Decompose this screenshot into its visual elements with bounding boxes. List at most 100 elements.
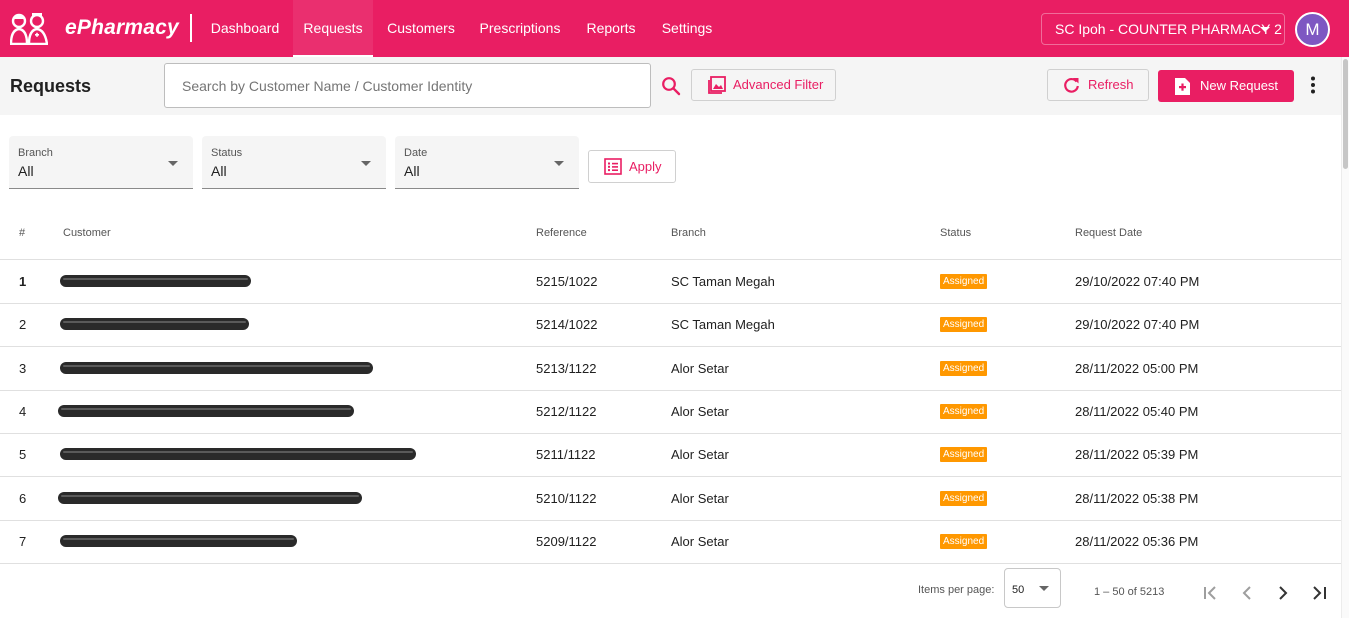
page-size-select[interactable]: 50 xyxy=(1004,568,1061,608)
row-reference: 5210/1122 xyxy=(536,491,597,506)
nav-settings[interactable]: Settings xyxy=(653,0,721,57)
status-badge: Assigned xyxy=(940,274,988,289)
row-request-date: 28/11/2022 05:38 PM xyxy=(1075,491,1199,506)
row-branch: Alor Setar xyxy=(671,447,729,462)
row-branch: SC Taman Megah xyxy=(671,274,775,289)
table-row[interactable]: 5 5211/1122 Alor Setar Assigned 28/11/20… xyxy=(0,433,1345,477)
redacted-customer xyxy=(60,318,249,330)
date-filter[interactable]: Date All xyxy=(395,136,579,189)
search-icon[interactable] xyxy=(661,76,681,96)
status-filter-label: Status xyxy=(211,147,243,159)
page-toolbar: Requests Advanced Filter Refresh New Req… xyxy=(0,57,1341,115)
branch-filter-value: All xyxy=(18,163,34,179)
row-number: 5 xyxy=(19,447,27,462)
next-page-icon[interactable] xyxy=(1273,583,1293,603)
chevron-down-icon xyxy=(1039,586,1049,591)
row-branch: Alor Setar xyxy=(671,361,729,376)
table-row[interactable]: 2 5214/1022 SC Taman Megah Assigned 29/1… xyxy=(0,303,1345,347)
status-badge: Assigned xyxy=(940,447,988,462)
row-request-date: 29/10/2022 07:40 PM xyxy=(1075,274,1200,289)
refresh-button[interactable]: Refresh xyxy=(1047,69,1149,101)
row-branch: Alor Setar xyxy=(671,491,729,506)
row-request-date: 28/11/2022 05:40 PM xyxy=(1075,404,1199,419)
nav-requests[interactable]: Requests xyxy=(293,0,373,57)
first-page-icon[interactable] xyxy=(1201,583,1221,603)
advanced-filter-label: Advanced Filter xyxy=(733,77,824,92)
row-number: 7 xyxy=(19,534,27,549)
column-header-customer[interactable]: Customer xyxy=(63,227,111,239)
row-number: 1 xyxy=(19,274,27,289)
status-badge: Assigned xyxy=(940,491,988,506)
row-branch: SC Taman Megah xyxy=(671,317,775,332)
row-request-date: 28/11/2022 05:39 PM xyxy=(1075,447,1199,462)
row-number: 4 xyxy=(19,404,27,419)
items-per-page-label: Items per page: xyxy=(918,584,995,596)
date-filter-label: Date xyxy=(404,147,428,159)
nav-dashboard[interactable]: Dashboard xyxy=(200,0,290,57)
row-number: 2 xyxy=(19,317,27,332)
status-badge: Assigned xyxy=(940,361,988,376)
prev-page-icon[interactable] xyxy=(1237,583,1257,603)
table-row[interactable]: 6 5210/1122 Alor Setar Assigned 28/11/20… xyxy=(0,477,1345,521)
row-reference: 5215/1022 xyxy=(536,274,598,289)
redacted-customer xyxy=(60,275,251,287)
page-title: Requests xyxy=(10,76,92,96)
row-branch: Alor Setar xyxy=(671,534,729,549)
app-brand: ePharmacy xyxy=(65,16,179,39)
apply-label: Apply xyxy=(629,159,662,174)
last-page-icon[interactable] xyxy=(1309,583,1329,603)
table-row[interactable]: 3 5213/1122 Alor Setar Assigned 28/11/20… xyxy=(0,347,1345,391)
nav-prescriptions[interactable]: Prescriptions xyxy=(471,0,569,57)
status-badge: Assigned xyxy=(940,317,988,332)
column-header-number[interactable]: # xyxy=(19,227,25,239)
row-request-date: 29/10/2022 07:40 PM xyxy=(1075,317,1200,332)
row-number: 6 xyxy=(19,491,27,506)
search-input[interactable] xyxy=(182,64,642,107)
row-reference: 5212/1122 xyxy=(536,404,597,419)
column-header-reference[interactable]: Reference xyxy=(536,227,587,239)
scrollbar-thumb[interactable] xyxy=(1343,59,1348,169)
user-avatar[interactable]: M xyxy=(1295,12,1330,47)
row-request-date: 28/11/2022 05:36 PM xyxy=(1075,534,1199,549)
date-filter-value: All xyxy=(404,163,420,179)
more-vert-icon[interactable] xyxy=(1305,75,1321,95)
advanced-filter-button[interactable]: Advanced Filter xyxy=(691,69,836,101)
search-box xyxy=(164,63,651,108)
nav-reports[interactable]: Reports xyxy=(578,0,644,57)
redacted-customer xyxy=(58,492,362,504)
redacted-customer xyxy=(60,535,297,547)
branch-selector-value: SC Ipoh - COUNTER PHARMACY 2 xyxy=(1055,21,1282,37)
chevron-down-icon xyxy=(1260,27,1270,32)
redacted-customer xyxy=(58,405,354,417)
row-reference: 5211/1122 xyxy=(536,447,596,462)
refresh-icon xyxy=(1064,77,1079,93)
table-header: # Customer Reference Branch Status Reque… xyxy=(0,207,1345,260)
row-reference: 5213/1122 xyxy=(536,361,597,376)
table-row[interactable]: 4 5212/1122 Alor Setar Assigned 28/11/20… xyxy=(0,390,1345,434)
pharmacist-logo-icon xyxy=(10,13,48,45)
column-header-request-date[interactable]: Request Date xyxy=(1075,227,1142,239)
branch-selector[interactable]: SC Ipoh - COUNTER PHARMACY 2 xyxy=(1041,13,1285,45)
row-reference: 5214/1022 xyxy=(536,317,598,332)
chevron-down-icon xyxy=(554,161,564,166)
redacted-customer xyxy=(60,448,416,460)
nav-customers[interactable]: Customers xyxy=(378,0,464,57)
column-header-branch[interactable]: Branch xyxy=(671,227,706,239)
row-reference: 5209/1122 xyxy=(536,534,597,549)
status-filter[interactable]: Status All xyxy=(202,136,386,189)
table-row[interactable]: 7 5209/1122 Alor Setar Assigned 28/11/20… xyxy=(0,520,1345,564)
row-request-date: 28/11/2022 05:00 PM xyxy=(1075,361,1199,376)
column-header-status[interactable]: Status xyxy=(940,227,971,239)
redacted-customer xyxy=(60,362,373,374)
branch-filter[interactable]: Branch All xyxy=(9,136,193,189)
chevron-down-icon xyxy=(361,161,371,166)
table-row[interactable]: 1 5215/1022 SC Taman Megah Assigned 29/1… xyxy=(0,260,1345,304)
new-request-button[interactable]: New Request xyxy=(1158,70,1294,102)
row-branch: Alor Setar xyxy=(671,404,729,419)
list-icon xyxy=(604,158,622,175)
chevron-down-icon xyxy=(168,161,178,166)
status-badge: Assigned xyxy=(940,534,988,549)
apply-filter-button[interactable]: Apply xyxy=(588,150,676,183)
refresh-label: Refresh xyxy=(1088,77,1134,92)
brand-divider xyxy=(190,14,192,42)
